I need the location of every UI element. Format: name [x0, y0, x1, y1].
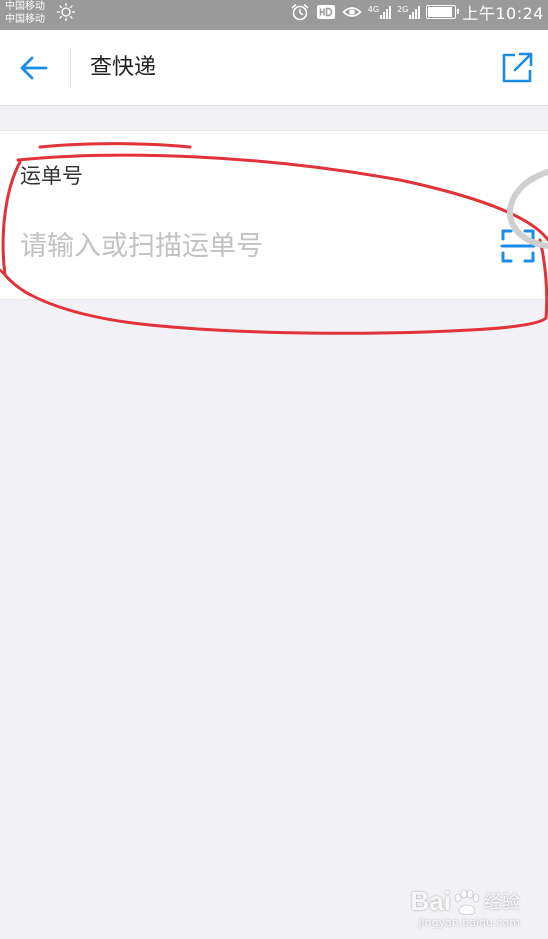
scan-frame-icon	[500, 229, 536, 263]
back-button[interactable]	[12, 48, 56, 88]
alarm-clock-icon	[291, 4, 309, 21]
signal-1: 4G	[367, 5, 392, 19]
signal-bars-icon	[409, 5, 421, 19]
page-title: 查快递	[90, 55, 157, 80]
watermark-url: jingyan.baidu.com	[418, 916, 520, 929]
battery-icon	[426, 5, 460, 19]
network-1-label: 4G	[367, 5, 380, 14]
carrier-info: 中国移动 中国移动	[5, 0, 45, 26]
waybill-label: 运单号	[20, 164, 83, 188]
eye-icon	[342, 7, 362, 17]
carrier-2-label: 中国移动	[5, 14, 45, 25]
watermark-brand: Bai	[410, 886, 451, 916]
status-bar: 中国移动 中国移动 4G 2G 上午10:24	[0, 0, 548, 30]
paw-icon	[454, 889, 480, 916]
title-bar: 查快递	[0, 30, 548, 106]
clock: 上午10:24	[462, 4, 544, 23]
baidu-jingyan-watermark: Bai 经验 jingyan.baidu.com	[410, 886, 520, 929]
weather-sun-icon	[56, 2, 76, 22]
share-button[interactable]	[494, 46, 540, 90]
network-2-label: 2G	[397, 5, 409, 14]
screen: 中国移动 中国移动 4G 2G 上午10:24 查快递 运单号 请输入或扫描运单…	[0, 0, 548, 939]
waybill-form: 运单号	[0, 130, 548, 300]
signal-bars-icon	[380, 5, 392, 19]
arrow-left-icon	[20, 56, 48, 80]
status-icons: 4G 2G 上午10:24	[290, 0, 544, 24]
hd-icon	[316, 5, 335, 19]
share-external-icon	[502, 52, 533, 83]
watermark-suffix: 经验	[484, 892, 520, 913]
signal-2: 2G	[397, 5, 421, 19]
battery-level	[428, 7, 452, 17]
waybill-input[interactable]	[20, 223, 480, 269]
carrier-1-label: 中国移动	[5, 1, 45, 12]
scan-button[interactable]	[498, 226, 538, 266]
title-divider	[70, 48, 71, 88]
